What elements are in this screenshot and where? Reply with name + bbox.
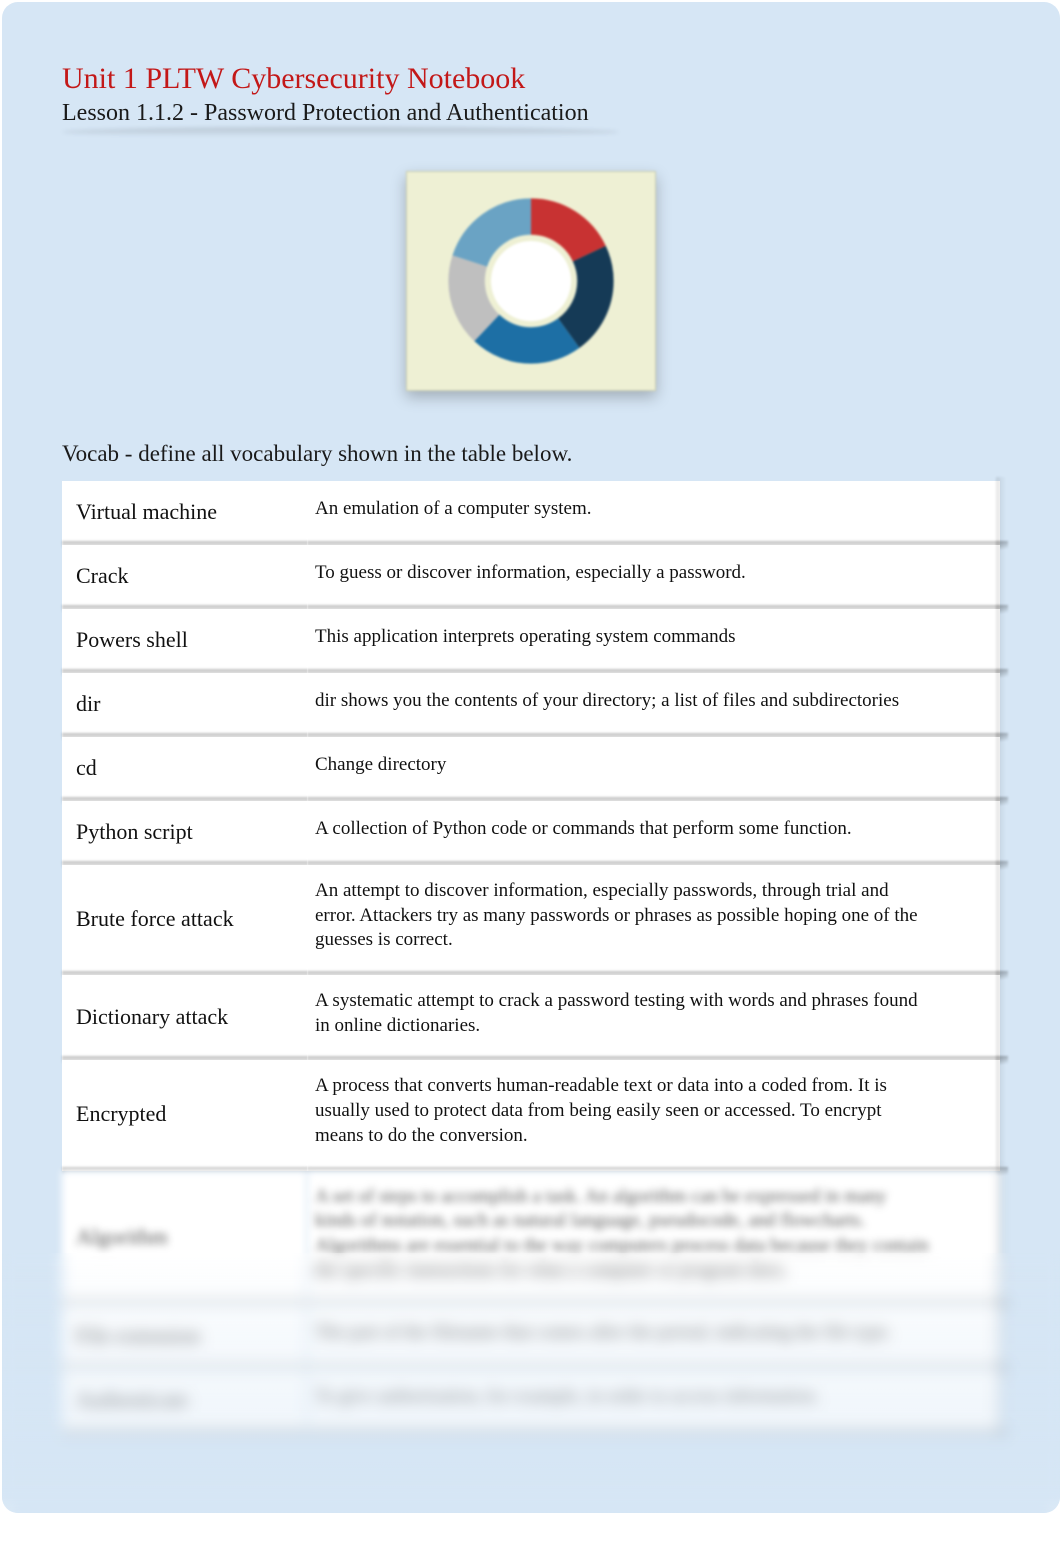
vocab-definition: A collection of Python code or commands … [307,801,1000,865]
vocab-definition-text: To give authorization, for example, in o… [315,1386,819,1407]
vocab-definition: To give authorization, for example, in o… [307,1369,1000,1433]
table-row: dir dir shows you the contents of your di… [62,673,1000,737]
vocab-definition-text: The part of the filename that comes afte… [315,1322,892,1343]
vocab-term: Algorithm [62,1171,307,1306]
vocab-term-text: dir [76,691,100,716]
page-subtitle: Lesson 1.1.2 - Password Protection and A… [62,100,589,131]
vocab-definition: An emulation of a computer system. [307,481,1000,545]
vocab-term-text: cd [76,755,97,780]
vocab-table: Virtual machine An emulation of a compute… [62,481,1000,1433]
vocab-term: Dictionary attack [62,975,307,1060]
vocab-term-text: Brute force attack [76,906,234,931]
table-row: Encrypted A process that converts human-r… [62,1060,1000,1170]
vocab-term: Virtual machine [62,481,307,545]
vocab-definition-text: A set of steps to accomplish a task. An … [315,1186,929,1281]
vocab-term-text: Authenticate [76,1387,188,1412]
vocab-term-text: Virtual machine [76,499,217,524]
donut-chart-icon [446,196,616,366]
vocab-term-text: Encrypted [76,1101,166,1126]
vocab-definition: dir shows you the contents of your direc… [307,673,1000,737]
vocab-term: Python script [62,801,307,865]
vocab-definition: The part of the filename that comes afte… [307,1305,1000,1369]
vocab-definition: Change directory [307,737,1000,801]
hero-image [406,171,656,391]
vocab-definition-text: This application interprets operating sy… [315,626,736,647]
vocab-heading: Vocab - define all vocabulary shown in t… [62,441,1000,467]
vocab-term: Encrypted [62,1060,307,1170]
vocab-definition: To guess or discover information, especi… [307,545,1000,609]
vocab-definition: This application interprets operating sy… [307,609,1000,673]
vocab-definition: A set of steps to accomplish a task. An … [307,1171,1000,1306]
table-row: cd Change directory [62,737,1000,801]
vocab-definition-text: A systematic attempt to crack a password… [315,990,918,1036]
table-row: Crack To guess or discover information, e… [62,545,1000,609]
table-row: Authenticate To give authorization, for e… [62,1369,1000,1433]
table-row: Dictionary attack A systematic attempt to… [62,975,1000,1060]
vocab-term: Authenticate [62,1369,307,1433]
table-row: Powers shell This application interprets … [62,609,1000,673]
vocab-term-text: Crack [76,563,129,588]
vocab-definition-text: A collection of Python code or commands … [315,818,852,839]
vocab-term-text: Dictionary attack [76,1004,228,1029]
vocab-term-text: File extension [76,1323,200,1348]
vocab-definition-text: dir shows you the contents of your direc… [315,690,899,711]
vocab-term-text: Python script [76,819,193,844]
vocab-term: dir [62,673,307,737]
vocab-definition-text: An attempt to discover information, espe… [315,880,918,950]
vocab-definition-text: An emulation of a computer system. [315,498,592,519]
vocab-definition: An attempt to discover information, espe… [307,865,1000,975]
page-title: Unit 1 PLTW Cybersecurity Notebook [62,62,1000,96]
vocab-definition-text: To guess or discover information, especi… [315,562,746,583]
vocab-table-wrap: Virtual machine An emulation of a compute… [62,481,1000,1433]
page-container: Unit 1 PLTW Cybersecurity Notebook Lesso… [2,2,1060,1513]
vocab-definition: A systematic attempt to crack a password… [307,975,1000,1060]
vocab-definition: A process that converts human-readable t… [307,1060,1000,1170]
table-row: Algorithm A set of steps to accomplish a … [62,1171,1000,1306]
vocab-term: File extension [62,1305,307,1369]
vocab-term: cd [62,737,307,801]
table-row: Brute force attack An attempt to discover… [62,865,1000,975]
vocab-term: Brute force attack [62,865,307,975]
table-row: Virtual machine An emulation of a compute… [62,481,1000,545]
vocab-term: Crack [62,545,307,609]
table-row: Python script A collection of Python code… [62,801,1000,865]
vocab-term: Powers shell [62,609,307,673]
hero-image-wrap [62,171,1000,391]
vocab-definition-text: Change directory [315,754,446,775]
vocab-term-text: Powers shell [76,627,188,652]
vocab-term-text: Algorithm [76,1224,168,1249]
table-row: File extension The part of the filename t… [62,1305,1000,1369]
vocab-definition-text: A process that converts human-readable t… [315,1075,887,1145]
